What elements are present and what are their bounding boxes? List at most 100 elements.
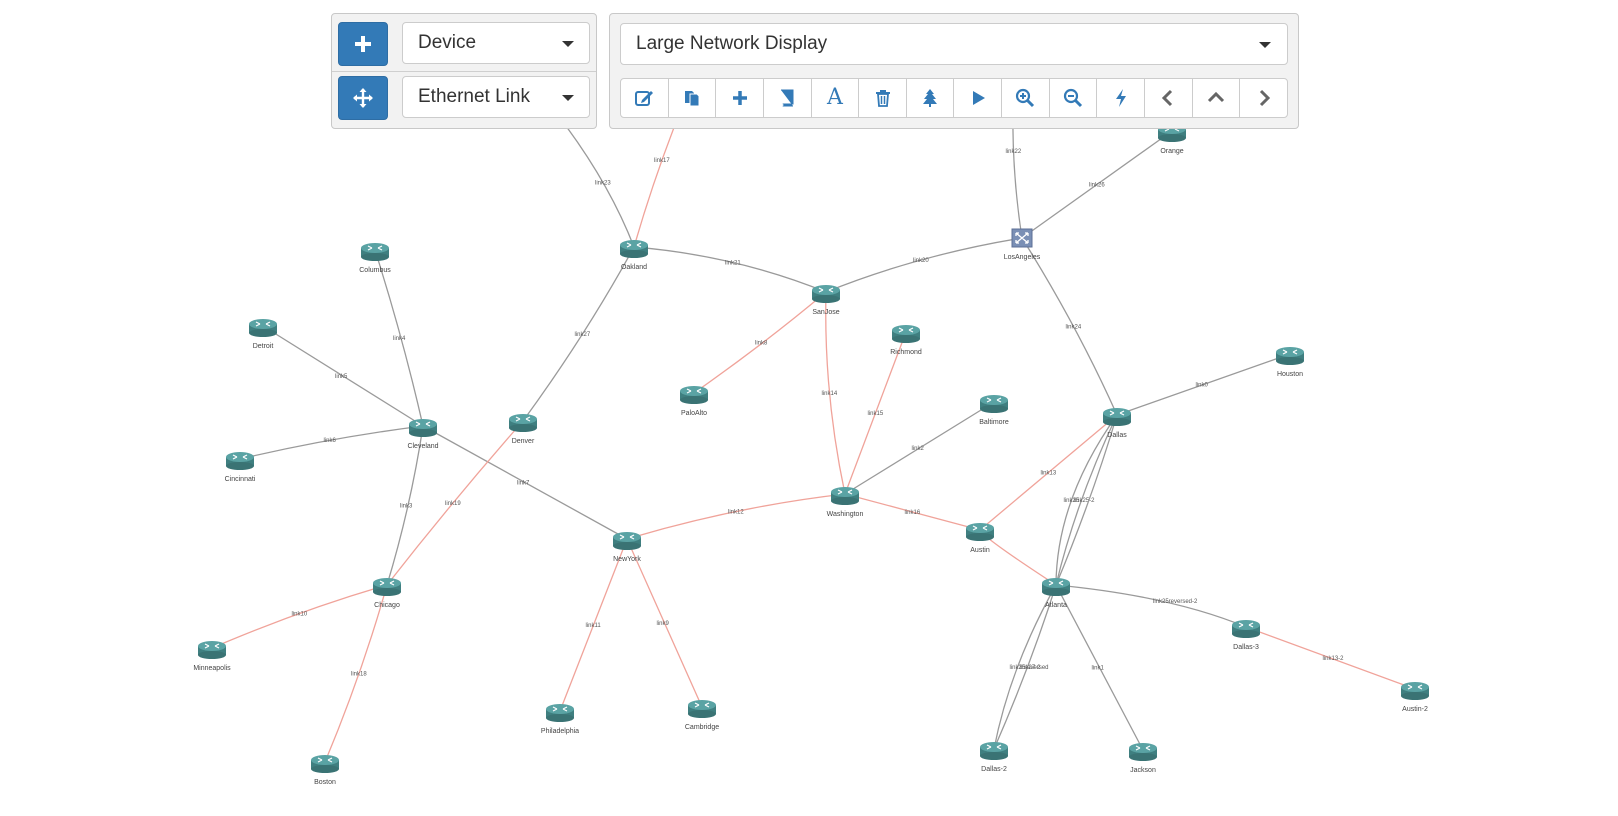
edit-button[interactable]: [621, 79, 669, 117]
play-icon: [972, 91, 985, 105]
router-icon: [508, 413, 538, 433]
router-node[interactable]: Richmond: [890, 324, 922, 356]
router-icon: [360, 242, 390, 262]
node-label: Detroit: [253, 343, 274, 350]
node-label: Boston: [314, 779, 336, 786]
router-node[interactable]: PaloAlto: [679, 385, 709, 417]
flash-button[interactable]: [1097, 79, 1146, 117]
link-label: link14: [822, 391, 838, 397]
tree-layout-button[interactable]: [907, 79, 955, 117]
add-button[interactable]: [716, 79, 764, 117]
router-node[interactable]: Oakland: [619, 239, 649, 271]
router-node[interactable]: Dallas: [1102, 407, 1132, 439]
router-node[interactable]: Baltimore: [979, 394, 1009, 426]
router-node[interactable]: SanJose: [811, 284, 841, 316]
router-node[interactable]: Detroit: [248, 318, 278, 350]
zoom-in-icon: [1016, 88, 1035, 108]
router-icon: [1102, 407, 1132, 427]
link-label: link0: [1196, 383, 1209, 389]
delete-button[interactable]: [859, 79, 907, 117]
router-node[interactable]: Houston: [1275, 346, 1305, 378]
play-button[interactable]: [954, 79, 1003, 117]
node-label: Philadelphia: [541, 728, 579, 735]
chevron-up-icon: [1207, 91, 1225, 103]
router-icon: [891, 324, 921, 344]
router-node[interactable]: Denver: [508, 413, 538, 445]
add-link-button[interactable]: [338, 76, 388, 120]
link-label: link2: [912, 446, 925, 452]
link-row: Ethernet Link: [338, 76, 590, 120]
links-layer: link4 link5 link6 link3 link7 link10 link18 lin…: [211, 63, 1416, 763]
network-link[interactable]: [626, 493, 846, 540]
node-label: Austin-2: [1402, 706, 1428, 713]
switch-node[interactable]: LosAngeles: [1004, 228, 1041, 261]
router-node[interactable]: Columbus: [359, 242, 391, 274]
router-icon: [1041, 577, 1071, 597]
router-icon: [687, 699, 717, 719]
node-label: SanJose: [812, 309, 839, 316]
router-node[interactable]: Washington: [827, 486, 864, 518]
network-link[interactable]: [633, 246, 827, 293]
router-icon: [545, 703, 575, 723]
link-label: link26: [1089, 183, 1105, 189]
router-node[interactable]: NewYork: [612, 531, 642, 563]
text-button[interactable]: A: [812, 79, 860, 117]
router-node[interactable]: Cleveland: [407, 418, 439, 450]
router-node[interactable]: Austin: [965, 522, 995, 554]
device-palette-panel: Device Ethernet Link: [331, 13, 597, 129]
router-node[interactable]: Dallas-2: [979, 741, 1009, 773]
link-label: link7: [517, 481, 530, 487]
chevron-down-icon: [562, 95, 574, 101]
device-type-select[interactable]: Device: [402, 22, 590, 64]
router-node[interactable]: Cincinnati: [225, 451, 256, 483]
network-link[interactable]: [825, 237, 1023, 293]
router-icon: [1128, 742, 1158, 762]
book-button[interactable]: [764, 79, 812, 117]
router-node[interactable]: Boston: [310, 754, 340, 786]
zoom-out-button[interactable]: [1050, 79, 1098, 117]
link-label: link1: [1092, 666, 1105, 672]
router-icon: [979, 741, 1009, 761]
router-node[interactable]: Philadelphia: [541, 703, 579, 735]
link-label: link4: [393, 336, 406, 342]
link-label: link23: [595, 181, 611, 187]
router-node[interactable]: Jackson: [1128, 742, 1158, 774]
device-type-value: Device: [418, 32, 477, 53]
link-label: link27-2: [1020, 665, 1042, 671]
router-node[interactable]: Dallas-3: [1231, 619, 1261, 651]
router-node[interactable]: Minneapolis: [193, 640, 231, 672]
copy-button[interactable]: [669, 79, 717, 117]
router-node[interactable]: Austin-2: [1400, 681, 1430, 713]
router-icon: [811, 284, 841, 304]
display-select[interactable]: Large Network Display: [620, 23, 1288, 65]
router-icon: [408, 418, 438, 438]
router-node[interactable]: Atlanta: [1041, 577, 1071, 609]
node-label: Chicago: [374, 602, 400, 609]
add-device-button[interactable]: [338, 22, 388, 66]
router-icon: [1275, 346, 1305, 366]
link-label: link17: [654, 158, 670, 164]
node-label: Atlanta: [1045, 602, 1067, 609]
pan-left-button[interactable]: [1145, 79, 1193, 117]
node-label: Cleveland: [407, 443, 438, 450]
bolt-icon: [1115, 89, 1126, 107]
link-label: link8: [755, 341, 768, 347]
plus-icon: [355, 36, 371, 52]
link-label: link19: [445, 501, 461, 507]
node-label: Dallas-3: [1233, 644, 1259, 651]
node-label: PaloAlto: [681, 410, 707, 417]
router-node[interactable]: Chicago: [372, 577, 402, 609]
node-label: Jackson: [1130, 767, 1156, 774]
link-type-select[interactable]: Ethernet Link: [402, 76, 590, 118]
link-label: link15: [868, 411, 884, 417]
zoom-in-button[interactable]: [1002, 79, 1050, 117]
node-label: Cincinnati: [225, 476, 256, 483]
node-label: Austin: [970, 547, 990, 554]
copy-icon: [684, 91, 700, 107]
link-label: link16: [905, 510, 921, 516]
pan-up-button[interactable]: [1193, 79, 1241, 117]
pan-right-button[interactable]: [1240, 79, 1287, 117]
network-link[interactable]: [1055, 584, 1247, 628]
text-icon: A: [826, 85, 843, 110]
router-node[interactable]: Cambridge: [685, 699, 719, 731]
